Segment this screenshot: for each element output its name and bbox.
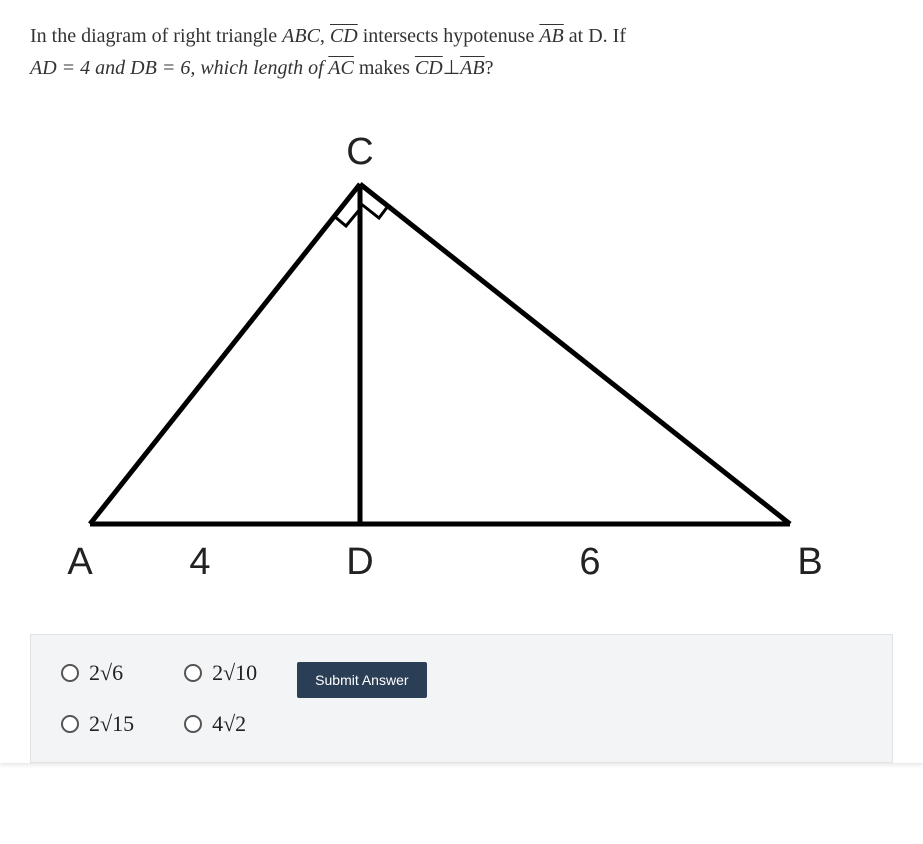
option-2-label: 2√10 (212, 660, 257, 686)
label-ad-value: 4 (189, 541, 210, 583)
label-db-value: 6 (579, 541, 600, 583)
radio-icon (61, 664, 79, 682)
segment-ac: AC (328, 57, 354, 79)
q-text-part: at D. If (564, 25, 626, 47)
perp-symbol: ⊥ (443, 57, 460, 79)
seg-cd2-text: CD (415, 57, 443, 79)
label-a: A (67, 541, 93, 583)
q-text-part: In the diagram of right triangle (30, 25, 282, 47)
diagram-container: C A D B 4 6 (30, 114, 893, 604)
radio-icon (184, 715, 202, 733)
question-card: In the diagram of right triangle ABC, CD… (0, 0, 923, 763)
option-4-label: 4√2 (212, 711, 246, 737)
radio-icon (184, 664, 202, 682)
option-3[interactable]: 2√15 (61, 711, 134, 737)
triangle-name: ABC (282, 25, 320, 47)
question-text: In the diagram of right triangle ABC, CD… (30, 20, 893, 84)
option-2[interactable]: 2√10 (184, 660, 257, 686)
label-b: B (797, 541, 822, 583)
q-text-part: intersects hypotenuse (358, 25, 540, 47)
seg-ab2-text: AB (460, 57, 484, 79)
label-d: D (346, 541, 373, 583)
q-text-part: makes (354, 57, 415, 79)
q-text-part: , (320, 25, 330, 47)
option-1-label: 2√6 (89, 660, 123, 686)
submit-button[interactable]: Submit Answer (297, 662, 426, 698)
option-1[interactable]: 2√6 (61, 660, 134, 686)
segment-ab: AB (539, 25, 563, 47)
radio-icon (61, 715, 79, 733)
label-c: C (346, 131, 373, 173)
line-cb (360, 184, 790, 524)
triangle-diagram: C A D B 4 6 (30, 124, 850, 594)
option-3-label: 2√15 (89, 711, 134, 737)
seg-ab-text: AB (539, 25, 563, 47)
q-text-part: AD = 4 and DB = 6, which length of (30, 57, 328, 79)
answer-panel: 2√6 2√10 2√15 4√2 Submit Answer (30, 634, 893, 763)
segment-ab-2: AB (460, 57, 484, 79)
q-text-part: ? (485, 57, 494, 79)
segment-cd: CD (330, 25, 358, 47)
segment-cd-2: CD (415, 57, 443, 79)
option-4[interactable]: 4√2 (184, 711, 257, 737)
seg-cd-text: CD (330, 25, 358, 47)
options-grid: 2√6 2√10 2√15 4√2 (61, 660, 257, 737)
seg-ac-text: AC (328, 57, 354, 79)
line-ac (90, 184, 360, 524)
